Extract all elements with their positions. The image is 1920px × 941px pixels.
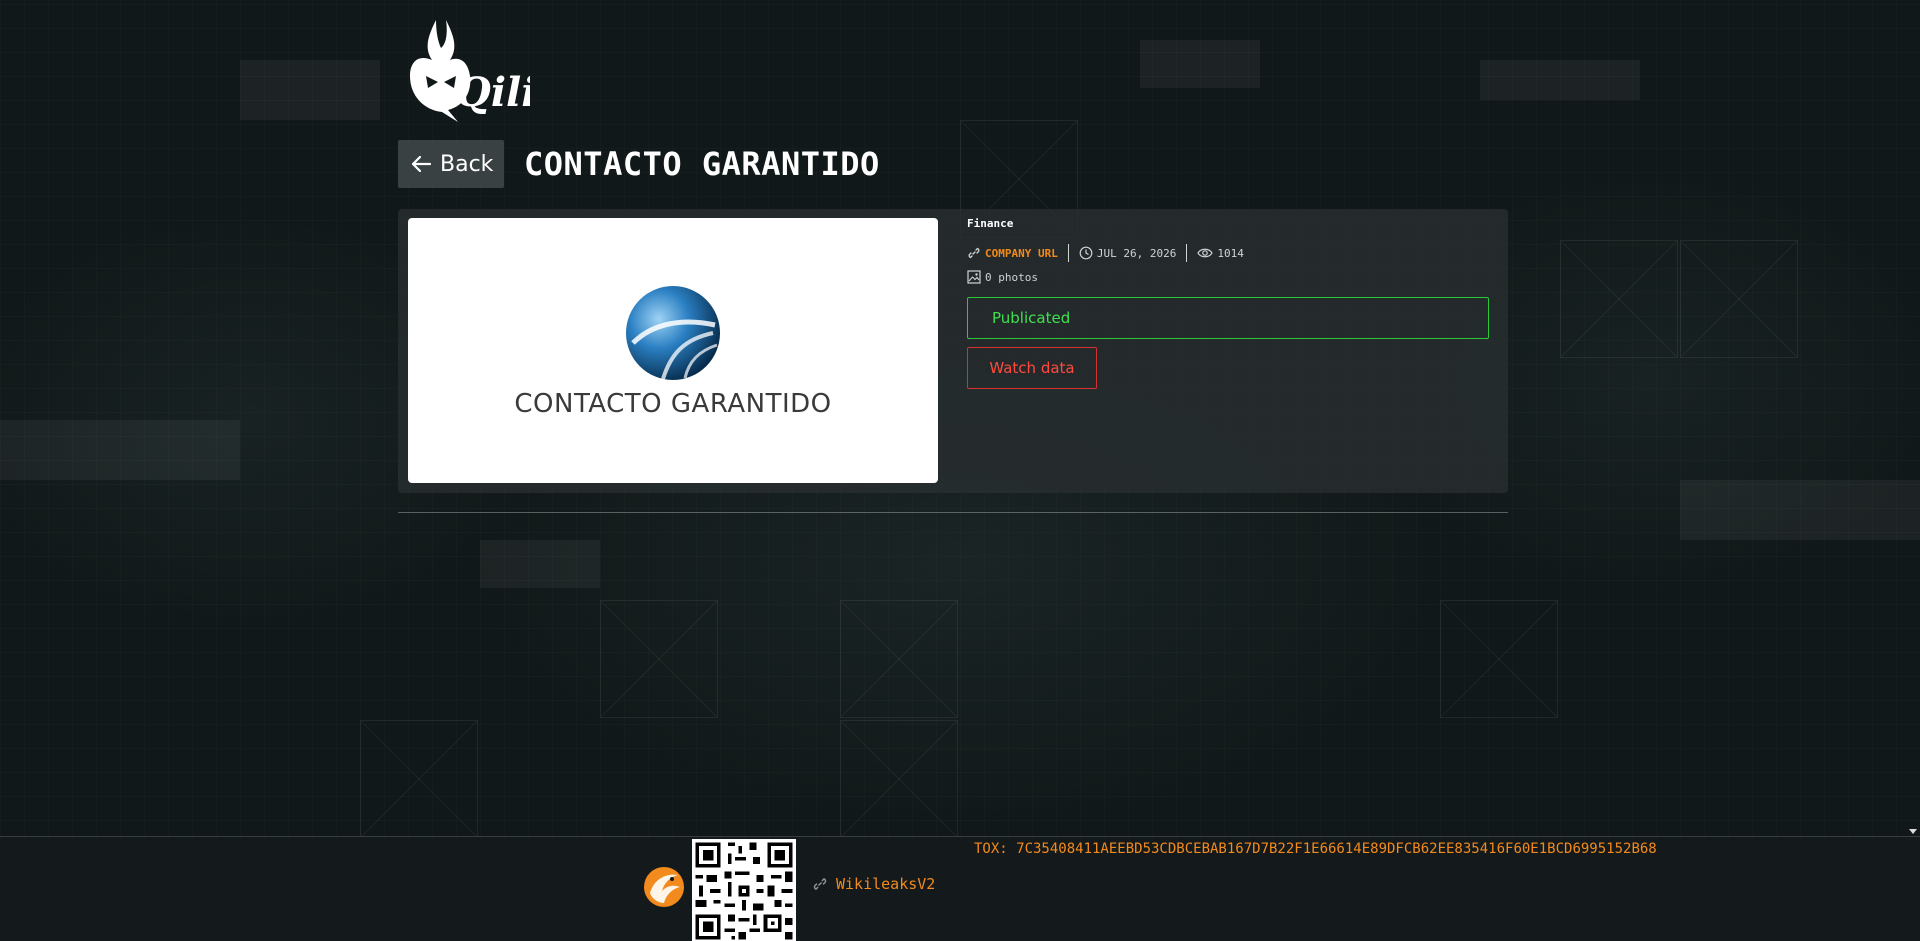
meta-divider (1067, 244, 1069, 262)
date-text: JUL 26, 2026 (1096, 246, 1177, 260)
company-card: CONTACTO GARANTIDO Finance COMPANY URL J… (398, 209, 1508, 493)
arrow-left-icon (411, 155, 432, 173)
footer: WikileaksV2 TOX: 7C35408411AEEBD53CDBCEB… (0, 836, 1920, 941)
photos-row: 0 photos (967, 270, 1492, 284)
link-icon (968, 247, 980, 259)
views-count: 1014 (1217, 246, 1244, 260)
clock-icon (1079, 246, 1093, 260)
watch-data-label: Watch data (989, 359, 1075, 377)
tox-id[interactable]: TOX: 7C35408411AEEBD53CDBCEBAB167D7B22F1… (974, 841, 1657, 857)
date-item: JUL 26, 2026 (1079, 246, 1176, 260)
globe-logo-icon (626, 285, 720, 380)
qilin-logo[interactable]: Qilin (398, 18, 530, 122)
eye-icon (1197, 248, 1214, 258)
company-logo-image: CONTACTO GARANTIDO (408, 218, 938, 483)
meta-row: COMPANY URL JUL 26, 2026 1014 (967, 244, 1492, 262)
company-meta: Finance COMPANY URL JUL 26, 2026 1014 0 … (967, 217, 1492, 389)
status-badge: Publicated (967, 297, 1489, 339)
photos-count: 0 photos (985, 270, 1038, 284)
meta-divider (1186, 244, 1188, 262)
image-icon (967, 270, 981, 284)
page-title: CONTACTO GARANTIDO (524, 145, 880, 183)
company-url-label: COMPANY URL (985, 246, 1058, 260)
qr-code (692, 839, 796, 941)
company-url-link[interactable]: COMPANY URL (967, 246, 1058, 260)
watch-data-button[interactable]: Watch data (967, 347, 1097, 389)
back-button-label: Back (440, 151, 494, 177)
back-button[interactable]: Back (398, 140, 504, 188)
logo-text: Qilin (456, 69, 530, 116)
title-row: Back CONTACTO GARANTIDO (398, 140, 880, 188)
page-scrollbar[interactable] (1906, 0, 1920, 836)
views-item: 1014 (1197, 246, 1244, 260)
link-icon (813, 878, 827, 890)
wikileaks-link-label: WikileaksV2 (836, 875, 936, 893)
company-logo-caption: CONTACTO GARANTIDO (514, 388, 832, 419)
scroll-down-arrow-icon[interactable] (1909, 829, 1917, 834)
wikileaks-link[interactable]: WikileaksV2 (812, 875, 935, 893)
category-label: Finance (967, 217, 1014, 230)
status-text: Publicated (992, 309, 1071, 327)
section-divider (398, 512, 1508, 513)
phoenix-icon (644, 867, 684, 907)
